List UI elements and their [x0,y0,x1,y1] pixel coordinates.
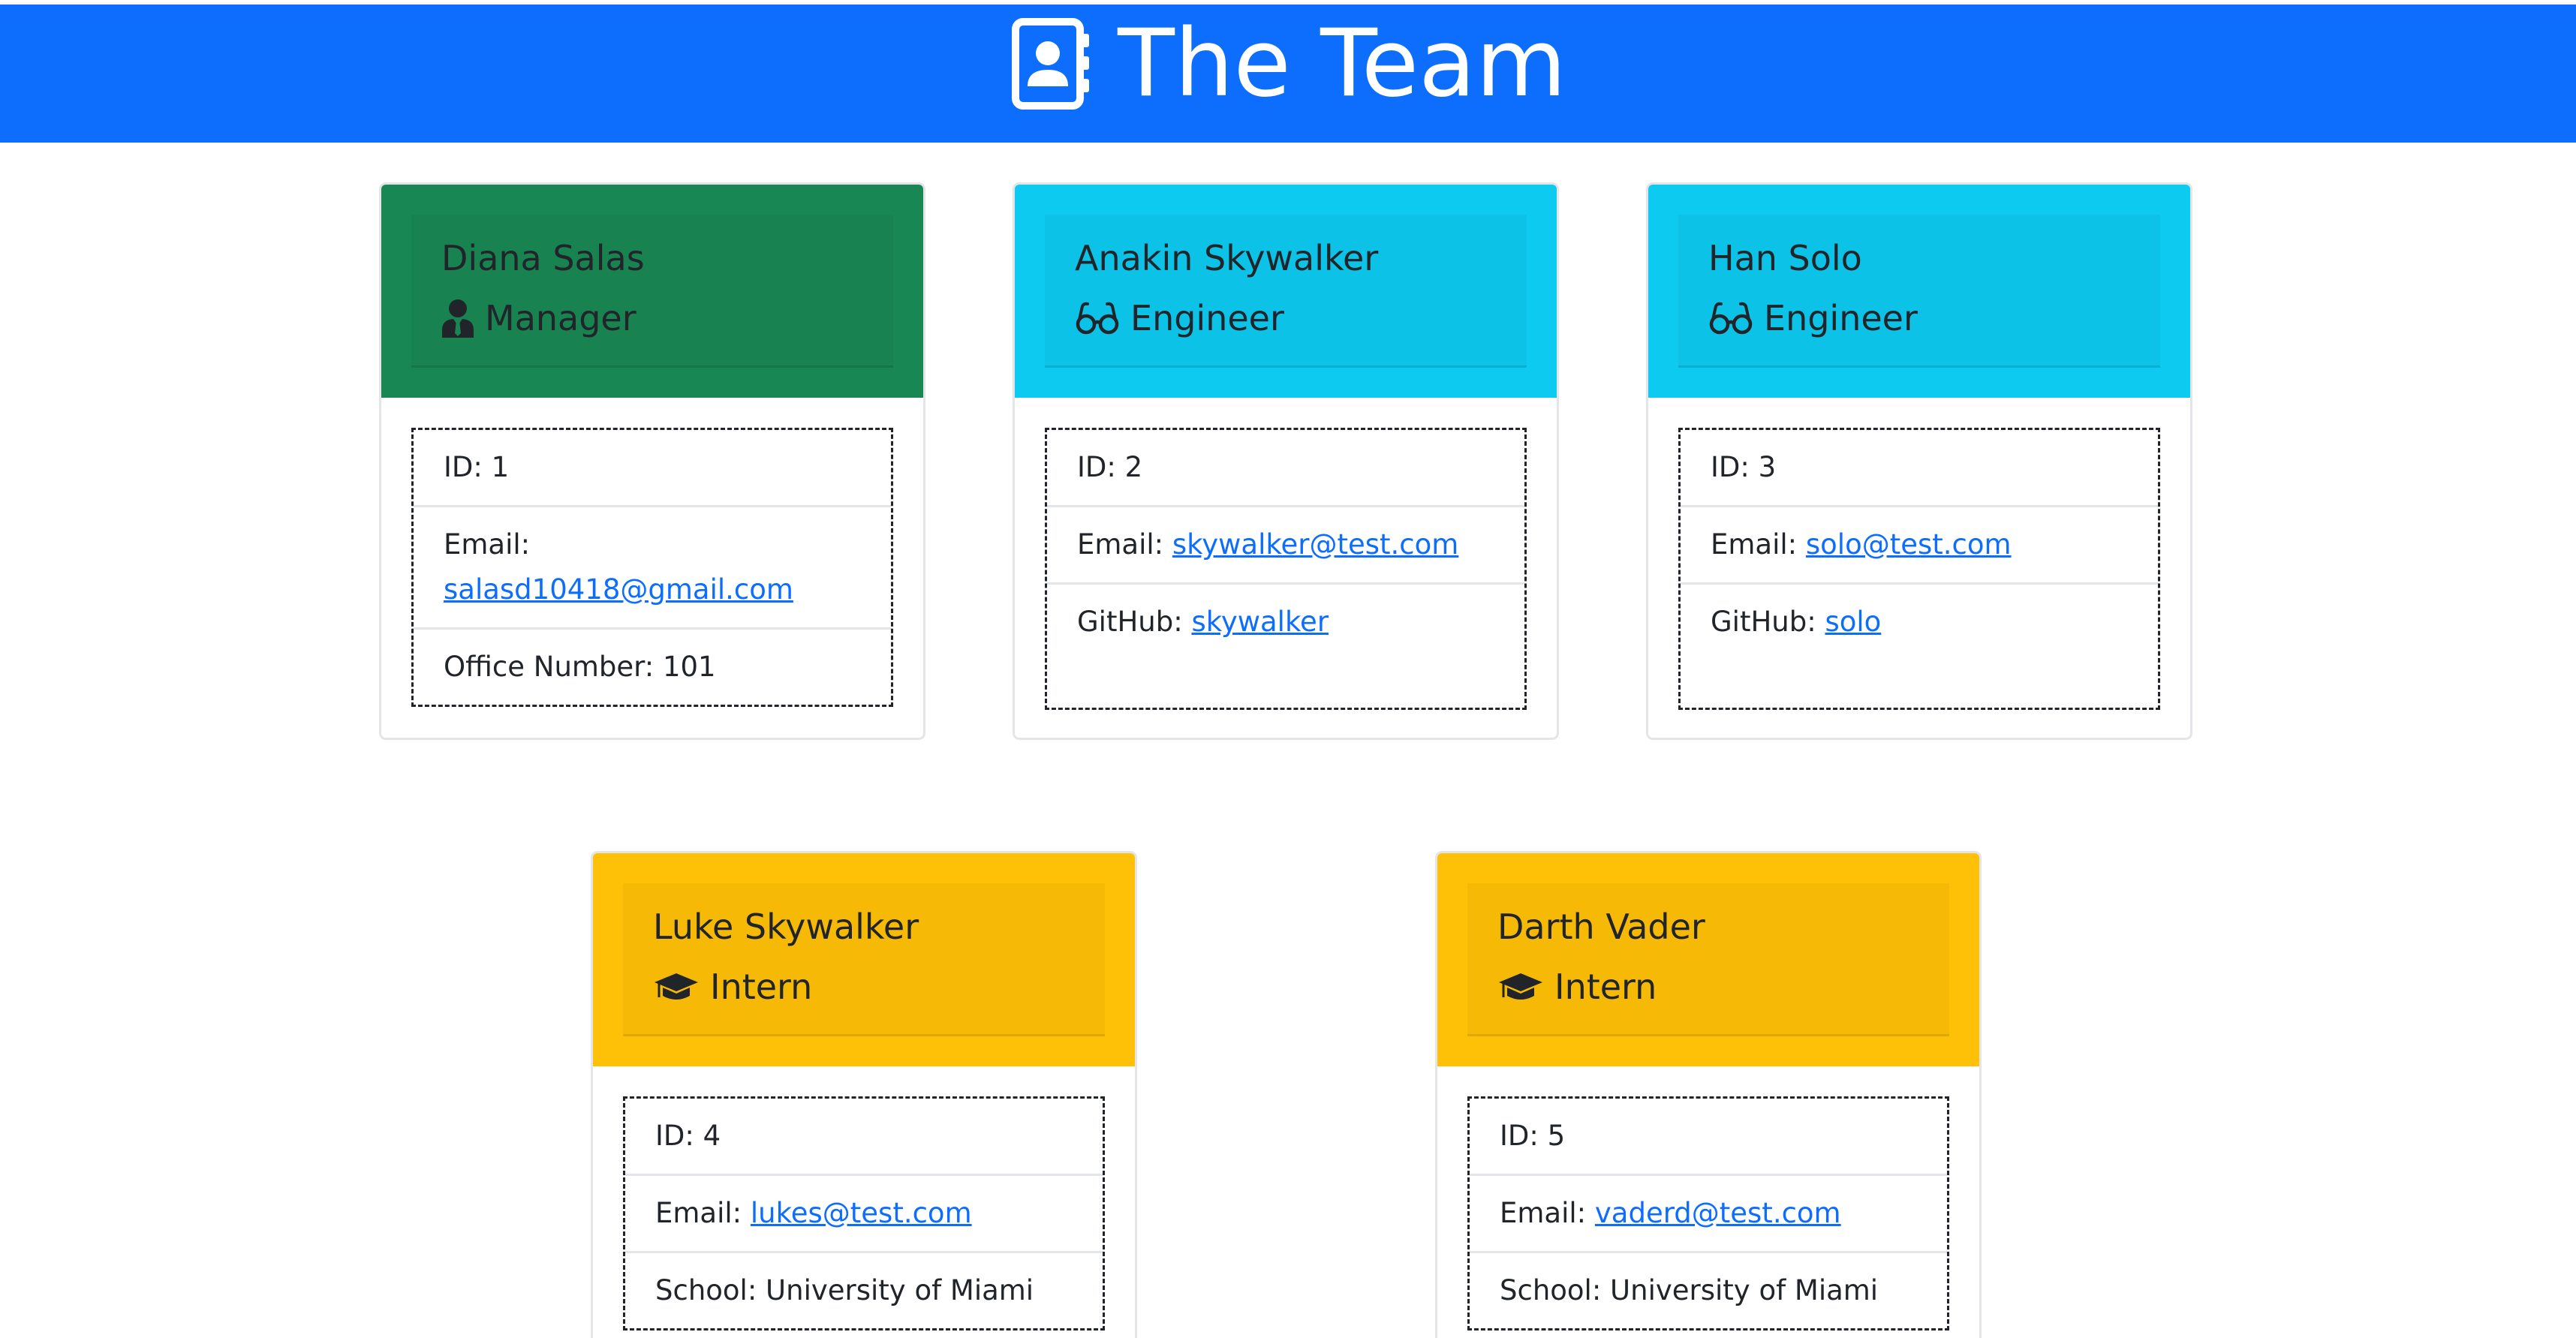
employee-name: Diana Salas [441,238,645,278]
email-label: Email: [1711,528,1798,561]
email-label: Email: [1500,1197,1587,1229]
employee-details: ID: 2 Email: skywalker@test.com GitHub: … [1045,428,1527,710]
employee-role-label: Intern [710,967,813,1007]
employee-email: Email: salasd10418@gmail.com [414,507,891,630]
employee-card-intern: Darth Vader Intern ID: 5 Email: vaderd@t… [1435,851,1982,1338]
employee-card-manager: Diana Salas Manager ID: 1 Email: salasd1… [379,182,925,740]
card-header: Luke Skywalker Intern [593,853,1135,1066]
card-header: Diana Salas Manager [381,185,923,398]
github-link[interactable]: solo [1825,606,1881,638]
email-link[interactable]: skywalker@test.com [1172,528,1458,561]
graduation-cap-icon [653,970,700,1003]
employee-email: Email: vaderd@test.com [1470,1176,1947,1253]
employee-id: ID: 4 [625,1099,1103,1176]
employee-id: ID: 5 [1470,1099,1947,1176]
email-link[interactable]: lukes@test.com [751,1197,972,1229]
card-header: Han Solo Engineer [1648,185,2190,398]
employee-id-text: ID: 1 [444,451,510,483]
github-link[interactable]: skywalker [1191,606,1329,638]
employee-id: ID: 1 [414,430,891,507]
office-number: Office Number: 101 [414,630,891,705]
school: School: University of Miami [625,1253,1103,1328]
employee-role: Engineer [1075,288,1497,348]
employee-role-label: Intern [1554,967,1657,1007]
glasses-icon [1075,302,1120,335]
page-title-text: The Team [1118,10,1566,118]
employee-email: Email: skywalker@test.com [1047,507,1524,585]
user-tie-icon [441,299,474,338]
school-text: School: University of Miami [1500,1274,1879,1306]
github-label: GitHub: [1711,606,1816,638]
employee-email: Email: solo@test.com [1681,507,2158,585]
page-header: The Team [0,5,2576,143]
email-link[interactable]: vaderd@test.com [1595,1197,1841,1229]
employee-name: Darth Vader [1497,907,1705,947]
office-number-text: Office Number: 101 [444,651,716,683]
employee-name: Han Solo [1708,238,1862,278]
employee-details: ID: 1 Email: salasd10418@gmail.com Offic… [411,428,893,707]
employee-id-text: ID: 4 [655,1120,721,1152]
school: School: University of Miami [1470,1253,1947,1328]
email-label: Email: [1077,528,1164,561]
employee-role: Intern [653,957,1075,1017]
employee-id-text: ID: 3 [1711,451,1777,483]
employee-id: ID: 3 [1681,430,2158,507]
employee-email: Email: lukes@test.com [625,1176,1103,1253]
employee-role-label: Manager [485,298,636,338]
employee-role-label: Engineer [1764,298,1918,338]
employee-card-engineer: Han Solo Engineer ID: 3 Email: solo@test… [1646,182,2192,740]
employee-name: Luke Skywalker [653,907,919,947]
school-text: School: University of Miami [655,1274,1034,1306]
page-title: The Team [1010,17,1566,110]
employee-card-intern: Luke Skywalker Intern ID: 4 Email: lukes… [591,851,1137,1338]
email-label: Email: [444,528,531,561]
email-link[interactable]: solo@test.com [1806,528,2012,561]
address-book-icon [1010,17,1094,110]
employee-id: ID: 2 [1047,430,1524,507]
card-header: Darth Vader Intern [1437,853,1979,1066]
github: GitHub: skywalker [1047,585,1524,660]
employee-role-label: Engineer [1130,298,1284,338]
employee-role: Manager [441,288,863,348]
employee-id-text: ID: 5 [1500,1120,1566,1152]
employee-id-text: ID: 2 [1077,451,1143,483]
employee-role: Intern [1497,957,1919,1017]
email-link[interactable]: salasd10418@gmail.com [444,573,793,606]
email-label: Email: [655,1197,742,1229]
employee-role: Engineer [1708,288,2130,348]
employee-details: ID: 5 Email: vaderd@test.com School: Uni… [1467,1096,1949,1330]
team-page: The Team Diana Salas Manager ID: 1 Email… [0,0,2576,1338]
employee-details: ID: 3 Email: solo@test.com GitHub: solo [1678,428,2160,710]
employee-name: Anakin Skywalker [1075,238,1379,278]
glasses-icon [1708,302,1753,335]
employee-details: ID: 4 Email: lukes@test.com School: Univ… [623,1096,1105,1330]
employee-card-engineer: Anakin Skywalker Engineer ID: 2 Email: s… [1013,182,1559,740]
card-header: Anakin Skywalker Engineer [1015,185,1557,398]
graduation-cap-icon [1497,970,1544,1003]
github: GitHub: solo [1681,585,2158,660]
github-label: GitHub: [1077,606,1183,638]
